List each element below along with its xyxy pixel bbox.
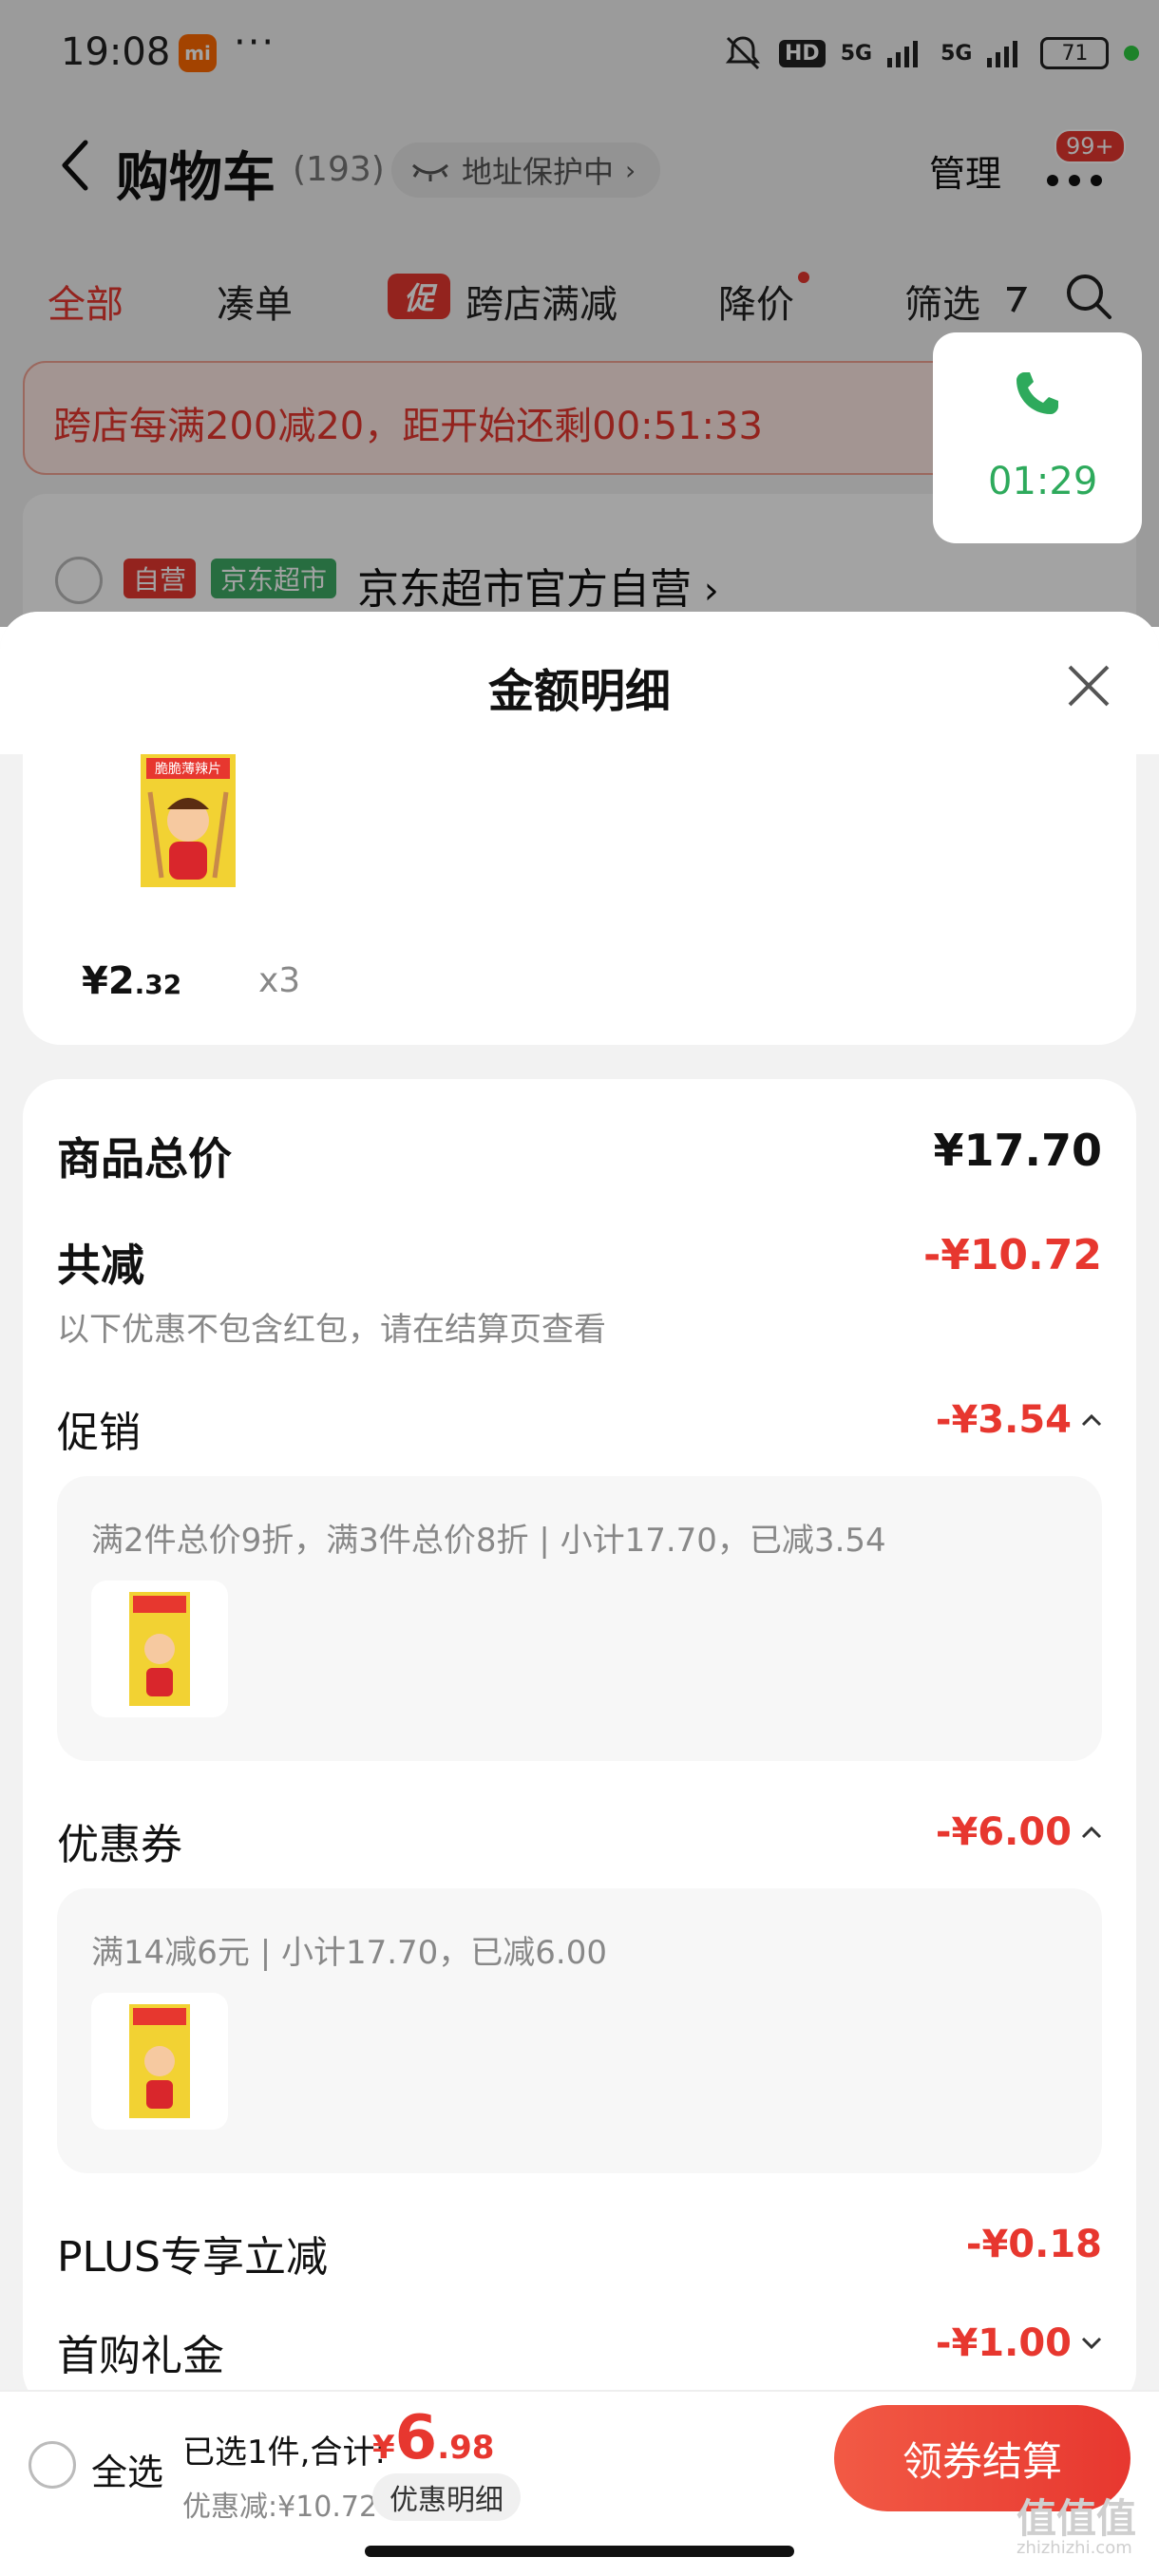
- phone-icon: [1016, 372, 1058, 414]
- product-quantity: x3: [258, 961, 301, 1000]
- amount-detail-sheet: 金额明细 脆脆薄辣片 ¥2.32 x3 商品总价 ¥17.70 共减 -¥10.…: [0, 612, 1159, 2576]
- select-all-radio[interactable]: [28, 2441, 76, 2489]
- product-image[interactable]: 脆脆薄辣片: [141, 754, 236, 887]
- coupon-label: 优惠券: [57, 1821, 182, 1869]
- product-image-label: 脆脆薄辣片: [155, 761, 221, 777]
- product-thumbnail-image: [129, 1592, 190, 1706]
- sheet-title: 金额明细: [487, 665, 671, 718]
- total-int: 6: [394, 2403, 438, 2473]
- coupon-toggle[interactable]: -¥6.00: [936, 1810, 1102, 1854]
- chevron-up-icon: [1081, 1413, 1102, 1427]
- product-price: ¥2.32: [82, 959, 181, 1003]
- total-currency: ¥: [372, 2429, 395, 2467]
- reduce-note: 以下优惠不包含红包，请在结算页查看: [57, 1311, 606, 1349]
- promo-label: 促销: [57, 1409, 141, 1457]
- close-icon[interactable]: [1064, 661, 1113, 710]
- discount-detail-button[interactable]: 优惠明细: [372, 2473, 521, 2521]
- coupon-value: -¥6.00: [935, 1810, 1072, 1854]
- call-duration: 01:29: [988, 460, 1098, 503]
- coupon-product-thumb[interactable]: [91, 1993, 228, 2130]
- coupon-detail-text: 满14减6元 | 小计17.70，已减6.00: [91, 1934, 608, 1972]
- first-purchase-label: 首购礼金: [57, 2332, 224, 2380]
- watermark-logo: 值值值: [1016, 2495, 1137, 2542]
- plus-discount-value: -¥0.18: [965, 2223, 1102, 2266]
- first-purchase-toggle[interactable]: -¥1.00: [936, 2321, 1102, 2365]
- select-all-label[interactable]: 全选: [91, 2443, 163, 2495]
- promo-toggle[interactable]: -¥3.54: [936, 1398, 1102, 1442]
- home-indicator[interactable]: [365, 2546, 794, 2557]
- total-price-label: 商品总价: [57, 1133, 232, 1184]
- chevron-down-icon: [1081, 2337, 1102, 2350]
- plus-discount-label: PLUS专享立减: [57, 2233, 328, 2282]
- first-purchase-value: -¥1.00: [935, 2321, 1072, 2365]
- promo-detail-text: 满2件总价9折，满3件总价8折 | 小计17.70，已减3.54: [91, 1522, 886, 1560]
- total-dec: .98: [437, 2429, 495, 2467]
- total-amount: ¥6.98: [372, 2403, 494, 2473]
- watermark-url: zhizhizhi.com: [1016, 2538, 1132, 2558]
- total-reduce-value: -¥10.72: [922, 1231, 1102, 1279]
- discount-summary: 优惠减:¥10.72: [182, 2491, 378, 2524]
- promo-product-thumb[interactable]: [91, 1581, 228, 1717]
- floating-call-card[interactable]: [933, 332, 1142, 543]
- total-reduce-label: 共减: [57, 1240, 144, 1291]
- selected-count-text: 已选1件,合计:: [182, 2434, 386, 2472]
- product-price-dec: .32: [134, 969, 182, 1000]
- product-price-int: ¥2: [82, 959, 135, 1003]
- total-price-value: ¥17.70: [933, 1125, 1102, 1176]
- chevron-up-icon: [1081, 1826, 1102, 1839]
- promo-value: -¥3.54: [935, 1398, 1072, 1442]
- product-thumbnail-image: [129, 2004, 190, 2118]
